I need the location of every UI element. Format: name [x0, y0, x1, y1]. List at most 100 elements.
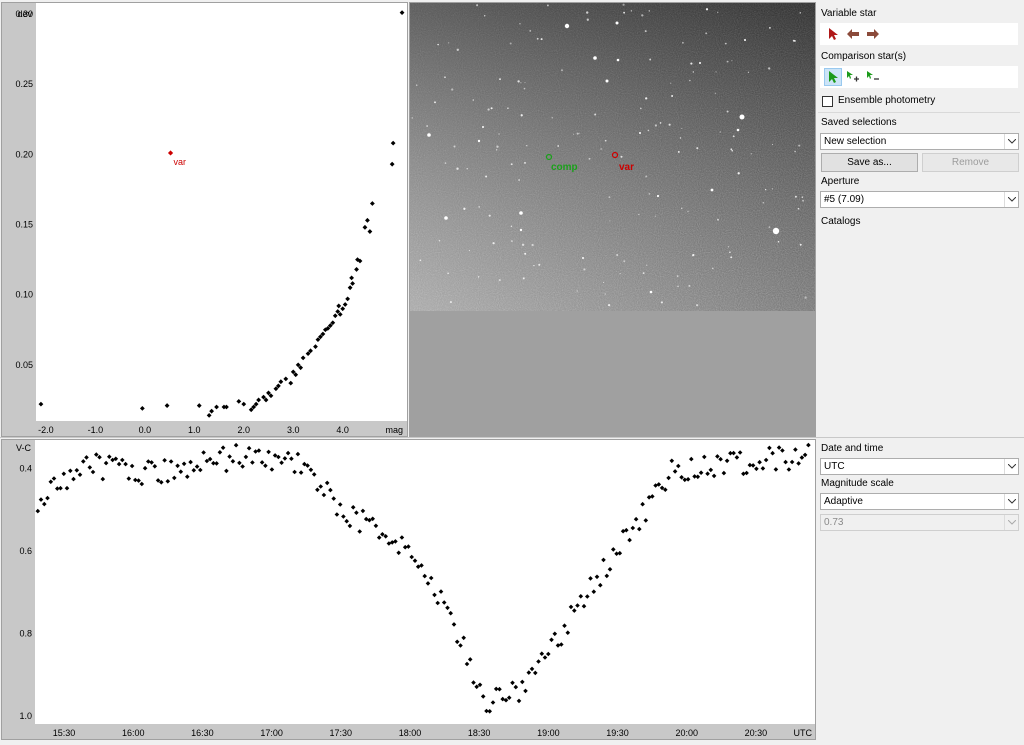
data-point[interactable] [520, 679, 525, 685]
data-point[interactable] [526, 670, 532, 675]
magnitude-scale-dropdown[interactable]: Adaptive [820, 493, 1019, 510]
data-point[interactable] [181, 461, 187, 467]
data-point[interactable] [311, 472, 317, 477]
data-point[interactable] [715, 454, 720, 459]
data-point[interactable] [461, 635, 466, 641]
data-point[interactable] [206, 412, 212, 418]
data-point[interactable] [61, 471, 67, 477]
data-point[interactable] [672, 469, 678, 474]
data-point[interactable] [241, 401, 247, 407]
data-point[interactable] [438, 589, 444, 594]
data-point[interactable] [471, 680, 476, 685]
data-point[interactable] [516, 698, 522, 704]
data-point[interactable] [793, 447, 798, 452]
data-point[interactable] [685, 477, 691, 482]
data-point[interactable] [285, 450, 291, 456]
data-point[interactable] [253, 449, 258, 454]
data-point[interactable] [191, 468, 197, 473]
data-point[interactable] [64, 485, 70, 491]
data-point[interactable] [48, 479, 54, 485]
data-point[interactable] [490, 700, 496, 705]
data-point[interactable] [164, 403, 170, 408]
data-point[interactable] [107, 454, 112, 459]
data-point[interactable] [412, 558, 418, 563]
data-point[interactable] [354, 267, 359, 272]
data-point[interactable] [324, 480, 330, 486]
data-point[interactable] [313, 344, 318, 350]
data-point[interactable] [806, 442, 811, 448]
data-point[interactable] [718, 456, 723, 462]
data-point[interactable] [529, 666, 535, 672]
data-point[interactable] [198, 467, 203, 473]
data-point[interactable] [350, 505, 356, 510]
data-point[interactable] [594, 574, 600, 580]
data-point[interactable] [549, 637, 554, 643]
data-point[interactable] [194, 464, 200, 469]
data-point[interactable] [562, 623, 567, 628]
data-point[interactable] [695, 474, 701, 480]
data-point[interactable] [243, 454, 249, 460]
data-point[interactable] [559, 642, 564, 647]
data-point[interactable] [565, 630, 571, 635]
data-point[interactable] [796, 461, 801, 466]
data-point[interactable] [432, 592, 437, 598]
data-point[interactable] [744, 470, 749, 476]
ensemble-photometry-label[interactable]: Ensemble photometry [838, 94, 935, 108]
data-point[interactable] [458, 643, 463, 648]
data-point[interactable] [799, 455, 805, 460]
data-point[interactable] [168, 459, 174, 464]
data-point[interactable] [362, 224, 368, 230]
data-point[interactable] [149, 460, 154, 465]
data-point[interactable] [336, 303, 342, 309]
data-point[interactable] [103, 460, 109, 466]
data-point[interactable] [38, 401, 44, 407]
data-point[interactable] [97, 454, 102, 460]
data-point[interactable] [42, 501, 47, 507]
data-point[interactable] [288, 380, 294, 386]
select-comparison-arrow-icon[interactable] [824, 68, 842, 86]
data-point[interactable] [497, 686, 502, 692]
data-point[interactable] [637, 526, 642, 532]
data-point[interactable] [337, 502, 343, 507]
data-point[interactable] [360, 508, 366, 514]
data-point[interactable] [389, 161, 395, 167]
data-point[interactable] [640, 501, 645, 507]
aperture-dropdown[interactable]: #5 (7.09) [820, 191, 1019, 208]
data-point[interactable] [585, 594, 590, 599]
date-time-dropdown[interactable]: UTC [820, 458, 1019, 475]
data-point[interactable] [572, 608, 577, 613]
data-point[interactable] [87, 465, 93, 470]
data-point[interactable] [754, 466, 759, 472]
data-point[interactable] [315, 487, 320, 493]
data-point[interactable] [139, 405, 145, 411]
data-point[interactable] [328, 487, 333, 493]
data-point[interactable] [708, 467, 714, 473]
data-point[interactable] [77, 472, 83, 477]
data-point[interactable] [399, 535, 405, 540]
data-point[interactable] [689, 456, 694, 462]
data-point[interactable] [256, 397, 261, 403]
add-comparison-icon[interactable] [844, 68, 862, 86]
data-point[interactable] [435, 600, 440, 606]
data-point[interactable] [227, 454, 232, 459]
data-point[interactable] [633, 516, 639, 522]
data-point[interactable] [120, 457, 125, 463]
data-point[interactable] [162, 458, 167, 463]
data-point[interactable] [175, 463, 180, 469]
data-point[interactable] [591, 589, 597, 594]
mag-dev-chart[interactable]: dev 0.05 0.10 0.15 0.20 0.25 0.30 -2.0 -1.0 0.0 1.… [1, 2, 408, 437]
data-point[interactable] [750, 463, 756, 468]
data-point[interactable] [776, 445, 782, 450]
data-point[interactable] [575, 603, 580, 608]
data-point[interactable] [269, 467, 275, 472]
data-point[interactable] [763, 457, 769, 463]
data-point[interactable] [278, 379, 284, 385]
data-point[interactable] [263, 463, 268, 468]
data-point[interactable] [448, 610, 453, 616]
data-point[interactable] [214, 461, 219, 466]
data-point[interactable] [702, 454, 707, 460]
data-point[interactable] [289, 456, 294, 461]
var-point[interactable] [167, 150, 174, 156]
data-point[interactable] [178, 469, 184, 474]
data-point[interactable] [604, 573, 610, 579]
